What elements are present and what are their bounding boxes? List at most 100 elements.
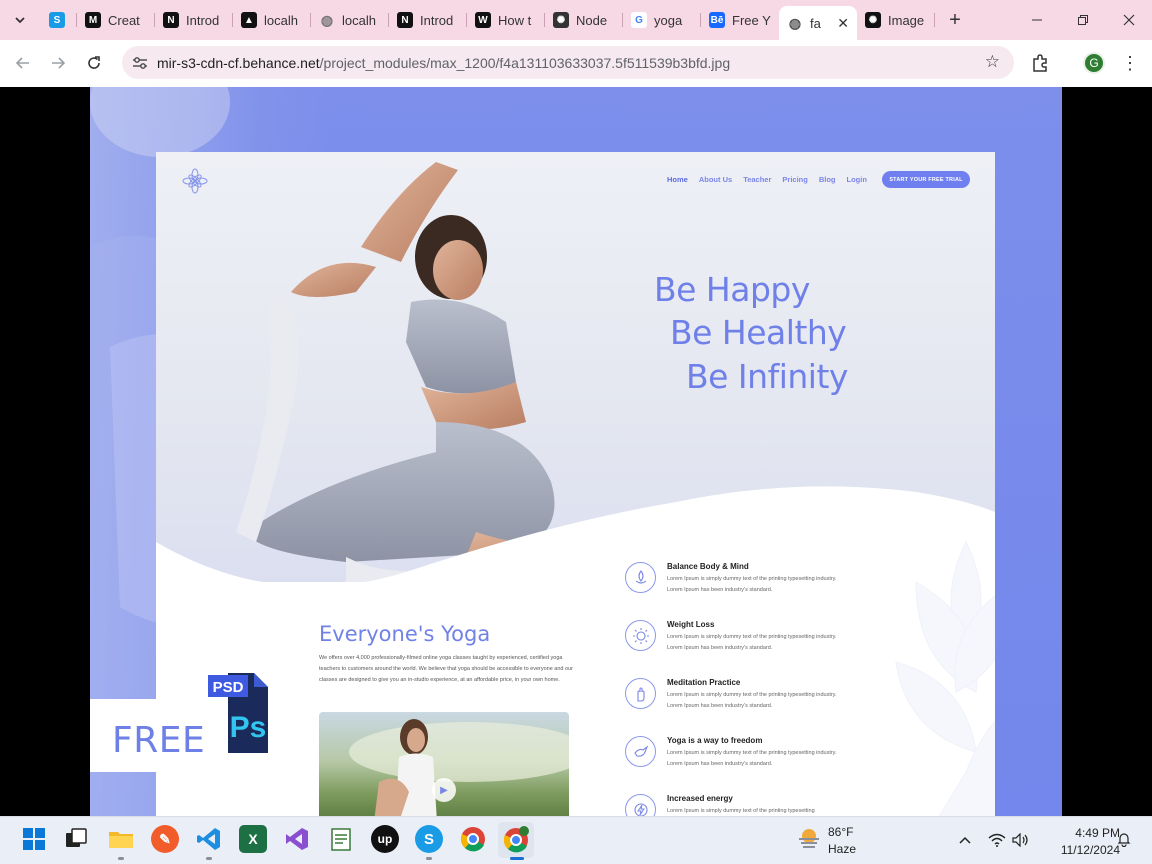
address-bar[interactable]: mir-s3-cdn-cf.behance.net/project_module…: [122, 46, 1014, 79]
feature-title: Yoga is a way to freedom: [667, 736, 763, 745]
chrome-icon[interactable]: [459, 825, 487, 853]
browser-tab[interactable]: S: [41, 4, 77, 36]
site-info-button[interactable]: [129, 52, 151, 74]
chevron-up-icon[interactable]: [958, 833, 972, 850]
dove-icon: [625, 736, 656, 767]
browser-toolbar: mir-s3-cdn-cf.behance.net/project_module…: [0, 40, 1152, 87]
browser-tab[interactable]: ◍ localh: [311, 4, 389, 36]
nav-teacher[interactable]: Teacher: [743, 175, 771, 184]
taskbar: ✎ X up S 86°F Haze 4:49 PM 11/12/2024: [0, 816, 1152, 864]
browser-tab[interactable]: ▲ localh: [233, 4, 311, 36]
lotus-drop-icon: [625, 562, 656, 593]
speaker-icon[interactable]: [1012, 832, 1030, 850]
clock-time: 4:49 PM: [1075, 826, 1120, 840]
globe-icon: ◍: [788, 14, 802, 31]
browser-tab[interactable]: N Introd: [389, 4, 467, 36]
browser-tab[interactable]: ✺ Node: [545, 4, 623, 36]
skype-icon: S: [49, 12, 65, 28]
forward-button[interactable]: [43, 48, 73, 78]
task-view-icon[interactable]: [62, 825, 90, 853]
chevron-down-icon: [15, 17, 25, 24]
running-indicator: [118, 857, 124, 860]
weather-temperature[interactable]: 86°F: [828, 825, 853, 839]
browser-tab[interactable]: N Introd: [155, 4, 233, 36]
feature-description: Lorem Ipsum is simply dummy text of the …: [667, 576, 837, 593]
behance-icon: Bē: [709, 12, 725, 28]
google-icon: G: [631, 12, 647, 28]
menu-kebab-icon[interactable]: ⋮: [1120, 52, 1140, 74]
tune-icon: [133, 56, 147, 69]
browser-tab[interactable]: M Creat: [77, 4, 155, 36]
browser-tab[interactable]: ✺ Image: [857, 4, 935, 36]
lotus-watermark-graphic: [895, 540, 995, 816]
tab-search-button[interactable]: [7, 7, 33, 33]
tab-strip: S M Creat N Introd ▲ localh ◍ localh N Introd W How …: [0, 0, 1152, 40]
hand-icon: [625, 678, 656, 709]
video-thumbnail[interactable]: ▶: [319, 712, 569, 816]
weather-condition[interactable]: Haze: [828, 842, 856, 856]
nav-blog[interactable]: Blog: [819, 175, 836, 184]
ps-label: Ps: [230, 711, 267, 744]
psd-label: PSD: [213, 679, 244, 696]
free-label: FREE: [112, 720, 206, 761]
tab-title: How t: [498, 12, 532, 28]
tab-title: Image: [888, 12, 925, 28]
upwork-icon[interactable]: up: [371, 825, 399, 853]
chrome-profile-active[interactable]: [498, 822, 534, 858]
tab-title: Introd: [420, 12, 454, 28]
tab-title: Introd: [186, 12, 220, 28]
new-tab-button[interactable]: +: [941, 6, 969, 34]
page-viewport: Home About Us Teacher Pricing Blog Login…: [0, 87, 1152, 816]
excel-icon[interactable]: X: [239, 825, 267, 853]
arrow-left-icon: [15, 57, 29, 69]
notification-bell-icon[interactable]: [1117, 831, 1131, 850]
nav-about-us[interactable]: About Us: [699, 175, 732, 184]
haze-weather-icon[interactable]: [796, 825, 822, 851]
close-window-button[interactable]: [1106, 0, 1152, 40]
section-title: Everyone's Yoga: [319, 622, 491, 646]
browser-tab[interactable]: Gyoga: [623, 4, 701, 36]
displayed-image: Home About Us Teacher Pricing Blog Login…: [90, 87, 1062, 816]
postman-icon[interactable]: ✎: [151, 825, 179, 853]
feature-description: Lorem Ipsum is simply dummy text of the …: [667, 808, 815, 814]
extensions-icon[interactable]: [1030, 53, 1050, 73]
windows-start-icon[interactable]: [20, 825, 48, 853]
globe-icon: ◍: [320, 11, 334, 28]
free-trial-button[interactable]: START YOUR FREE TRIAL: [882, 171, 970, 188]
file-explorer-icon[interactable]: [107, 825, 135, 853]
notepad-icon[interactable]: [327, 825, 355, 853]
vscode-icon[interactable]: [195, 825, 223, 853]
tab-title: localh: [342, 12, 376, 28]
browser-tab[interactable]: W How t: [467, 4, 545, 36]
profile-avatar[interactable]: G: [1083, 52, 1105, 74]
site-nav: Home About Us Teacher Pricing Blog Login: [667, 175, 867, 184]
skype-icon[interactable]: S: [415, 825, 443, 853]
vercel-icon: ▲: [241, 12, 257, 28]
openai-icon: ✺: [553, 12, 569, 28]
nav-login[interactable]: Login: [847, 175, 867, 184]
reload-button[interactable]: [79, 48, 109, 78]
back-button[interactable]: [8, 48, 38, 78]
nav-home[interactable]: Home: [667, 175, 688, 184]
minimize-button[interactable]: [1014, 0, 1060, 40]
restore-button[interactable]: [1060, 0, 1106, 40]
medium-icon: M: [85, 12, 101, 28]
browser-tab[interactable]: ◍ fa ✕: [779, 6, 857, 40]
browser-tab[interactable]: Bē Free Y: [701, 4, 779, 36]
active-indicator: [510, 857, 524, 860]
visual-studio-icon[interactable]: [283, 825, 311, 853]
lotus-logo-icon[interactable]: [182, 168, 208, 194]
photoshop-file-icon: PSD Ps: [208, 673, 268, 753]
tab-close-icon[interactable]: ✕: [837, 15, 849, 32]
running-indicator: [426, 857, 432, 860]
tab-list: S M Creat N Introd ▲ localh ◍ localh N Introd W How …: [41, 0, 935, 40]
play-icon[interactable]: ▶: [432, 778, 456, 802]
wifi-icon[interactable]: [988, 833, 1006, 850]
nextjs-icon: N: [163, 12, 179, 28]
nav-pricing[interactable]: Pricing: [782, 175, 807, 184]
reload-icon: [88, 56, 100, 69]
hero-section: Home About Us Teacher Pricing Blog Login…: [156, 152, 995, 622]
feature-description: Lorem Ipsum is simply dummy text of the …: [667, 692, 837, 709]
system-clock[interactable]: 4:49 PM 11/12/2024: [1040, 825, 1120, 859]
bookmark-star-icon[interactable]: ☆: [985, 52, 1000, 72]
